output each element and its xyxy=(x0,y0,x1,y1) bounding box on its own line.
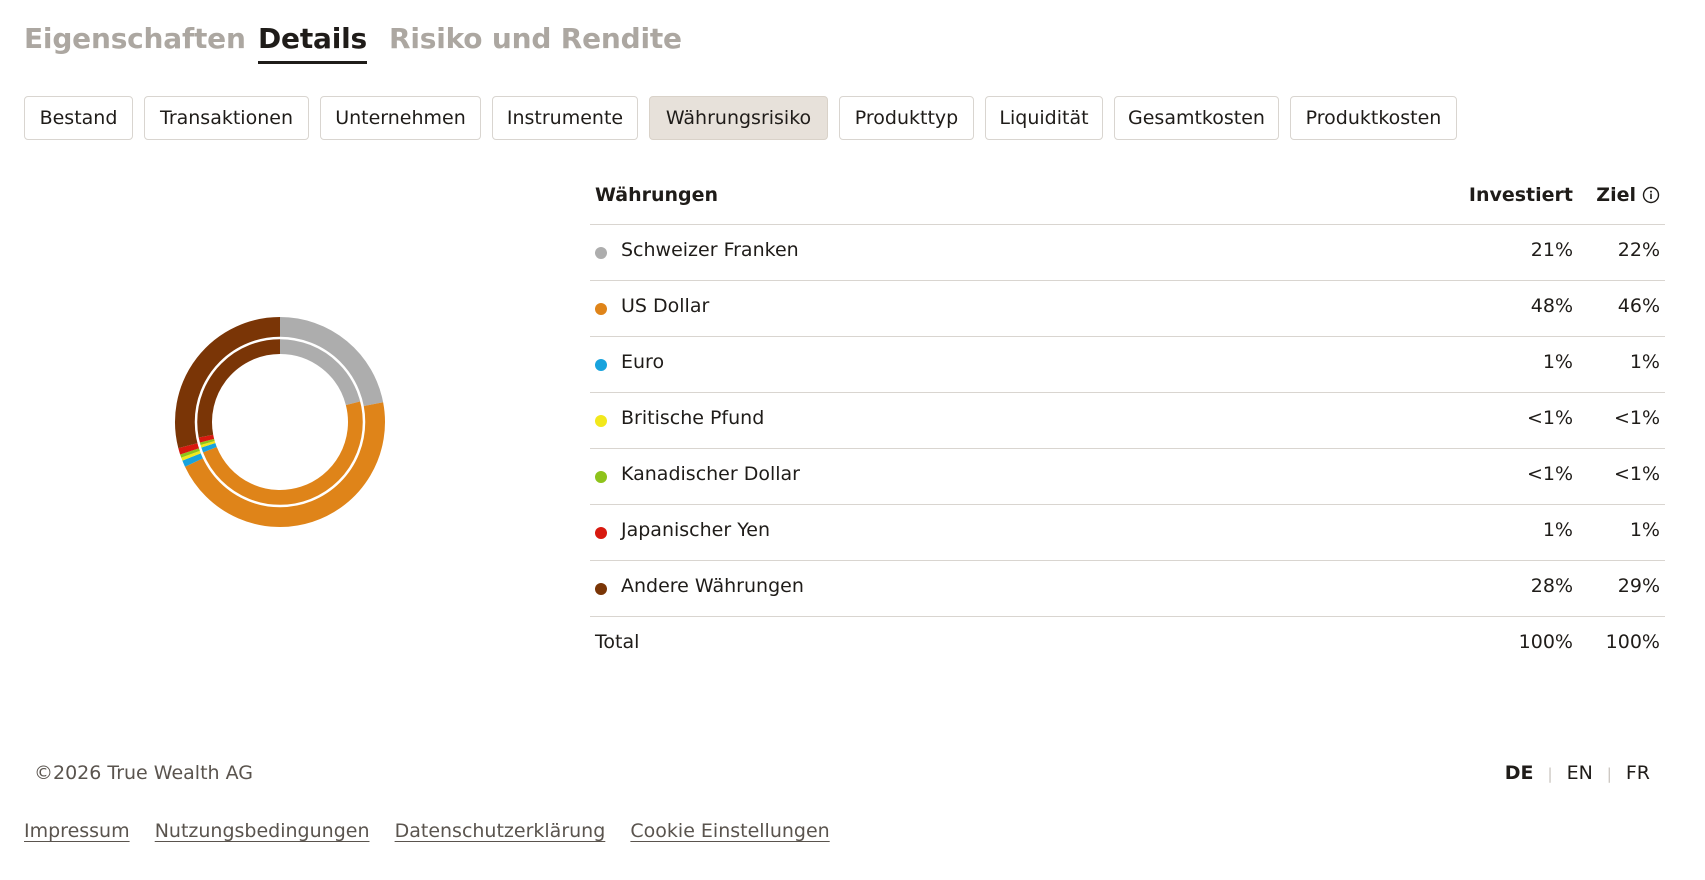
currency-name: Andere Währungen xyxy=(621,575,804,597)
table-row-britische-pfund: Britische Pfund <1% <1% xyxy=(590,393,1665,449)
subtab-bestand[interactable]: Bestand xyxy=(24,96,133,140)
legend-dot xyxy=(595,303,607,315)
subtab-unternehmen[interactable]: Unternehmen xyxy=(320,96,481,140)
subtab-produktkosten[interactable]: Produktkosten xyxy=(1290,96,1457,140)
target-value: 1% xyxy=(1629,519,1660,541)
info-icon[interactable] xyxy=(1642,186,1660,209)
invested-value: <1% xyxy=(1526,407,1573,429)
subtab-transaktionen[interactable]: Transaktionen xyxy=(144,96,309,140)
currency-name: US Dollar xyxy=(621,295,710,317)
legend-dot xyxy=(595,415,607,427)
legend-dot xyxy=(595,247,607,259)
subtab-liquiditaet[interactable]: Liquidität xyxy=(985,96,1103,140)
table-header: Währungen Investiert Ziel xyxy=(590,170,1665,225)
link-impressum[interactable]: Impressum xyxy=(24,820,130,842)
table-row-andere-waehrungen: Andere Währungen 28% 29% xyxy=(590,561,1665,617)
currency-name: Japanischer Yen xyxy=(621,519,771,541)
currency-name: Schweizer Franken xyxy=(621,239,799,261)
header-target: Ziel xyxy=(1596,184,1660,209)
target-value: 22% xyxy=(1617,239,1660,261)
header-currency: Währungen xyxy=(595,184,719,206)
legend-dot xyxy=(595,359,607,371)
language-switcher: DE | EN | FR xyxy=(1505,762,1650,784)
currency-donut-chart xyxy=(150,292,410,552)
currency-name: Britische Pfund xyxy=(621,407,765,429)
currency-name: Kanadischer Dollar xyxy=(621,463,800,485)
lang-fr[interactable]: FR xyxy=(1626,762,1650,784)
lang-en[interactable]: EN xyxy=(1567,762,1593,784)
subtab-instrumente[interactable]: Instrumente xyxy=(492,96,638,140)
subtab-waehrungsrisiko[interactable]: Währungsrisiko xyxy=(649,96,828,140)
target-value: 29% xyxy=(1617,575,1660,597)
tab-risiko-und-rendite[interactable]: Risiko und Rendite xyxy=(389,22,682,55)
invested-value: 48% xyxy=(1530,295,1573,317)
currency-name: Euro xyxy=(621,351,665,373)
invested-value: 1% xyxy=(1542,351,1573,373)
inner-ring-slice-britische-pfund xyxy=(199,440,216,448)
table-row-euro: Euro 1% 1% xyxy=(590,337,1665,393)
table-row-total: Total 100% 100% xyxy=(590,617,1665,672)
table-row-schweizer-franken: Schweizer Franken 21% 22% xyxy=(590,225,1665,281)
target-value: <1% xyxy=(1613,463,1660,485)
table-row-us-dollar: US Dollar 48% 46% xyxy=(590,281,1665,337)
donut-svg xyxy=(175,317,385,527)
inner-ring-slice-us-dollar xyxy=(201,401,364,506)
table-row-japanischer-yen: Japanischer Yen 1% 1% xyxy=(590,505,1665,561)
inner-ring-slice-kanadischer-dollar xyxy=(198,438,215,446)
copyright: ©2026 True Wealth AG xyxy=(34,762,253,784)
outer-ring-slice-kanadischer-dollar xyxy=(180,447,202,458)
inner-ring-slice-japanischer-yen xyxy=(197,434,215,443)
header-invested: Investiert xyxy=(1468,184,1573,206)
currency-table: Währungen Investiert Ziel Schweizer Fran… xyxy=(590,170,1665,672)
invested-value: <1% xyxy=(1526,463,1573,485)
ring-separator xyxy=(194,336,366,508)
invested-value: 21% xyxy=(1530,239,1573,261)
inner-ring-slice-euro xyxy=(200,442,217,453)
table-row-kanadischer-dollar: Kanadischer Dollar <1% <1% xyxy=(590,449,1665,505)
link-nutzungsbedingungen[interactable]: Nutzungsbedingungen xyxy=(155,820,370,842)
subtab-gesamtkosten[interactable]: Gesamtkosten xyxy=(1114,96,1279,140)
outer-ring-slice-britische-pfund xyxy=(181,450,203,461)
subtab-produkttyp[interactable]: Produkttyp xyxy=(839,96,974,140)
target-value: 1% xyxy=(1629,351,1660,373)
lang-separator: | xyxy=(1547,765,1553,783)
outer-ring-slice-euro xyxy=(182,452,205,467)
footer-links: Impressum Nutzungsbedingungen Datenschut… xyxy=(24,820,850,842)
legend-dot xyxy=(595,583,607,595)
tab-details[interactable]: Details xyxy=(258,22,367,64)
legend-dot xyxy=(595,527,607,539)
invested-value: 1% xyxy=(1542,519,1573,541)
total-label: Total xyxy=(595,631,640,653)
total-target: 100% xyxy=(1605,631,1660,653)
lang-separator: | xyxy=(1606,765,1612,783)
invested-value: 28% xyxy=(1530,575,1573,597)
tab-eigenschaften[interactable]: Eigenschaften xyxy=(24,22,246,55)
link-datenschutz[interactable]: Datenschutzerklärung xyxy=(395,820,606,842)
total-invested: 100% xyxy=(1518,631,1573,653)
target-value: <1% xyxy=(1613,407,1660,429)
lang-de[interactable]: DE xyxy=(1505,762,1534,784)
link-cookie-einstellungen[interactable]: Cookie Einstellungen xyxy=(630,820,829,842)
legend-dot xyxy=(595,471,607,483)
outer-ring-slice-japanischer-yen xyxy=(178,442,202,455)
target-value: 46% xyxy=(1617,295,1660,317)
header-target-label: Ziel xyxy=(1596,184,1636,206)
